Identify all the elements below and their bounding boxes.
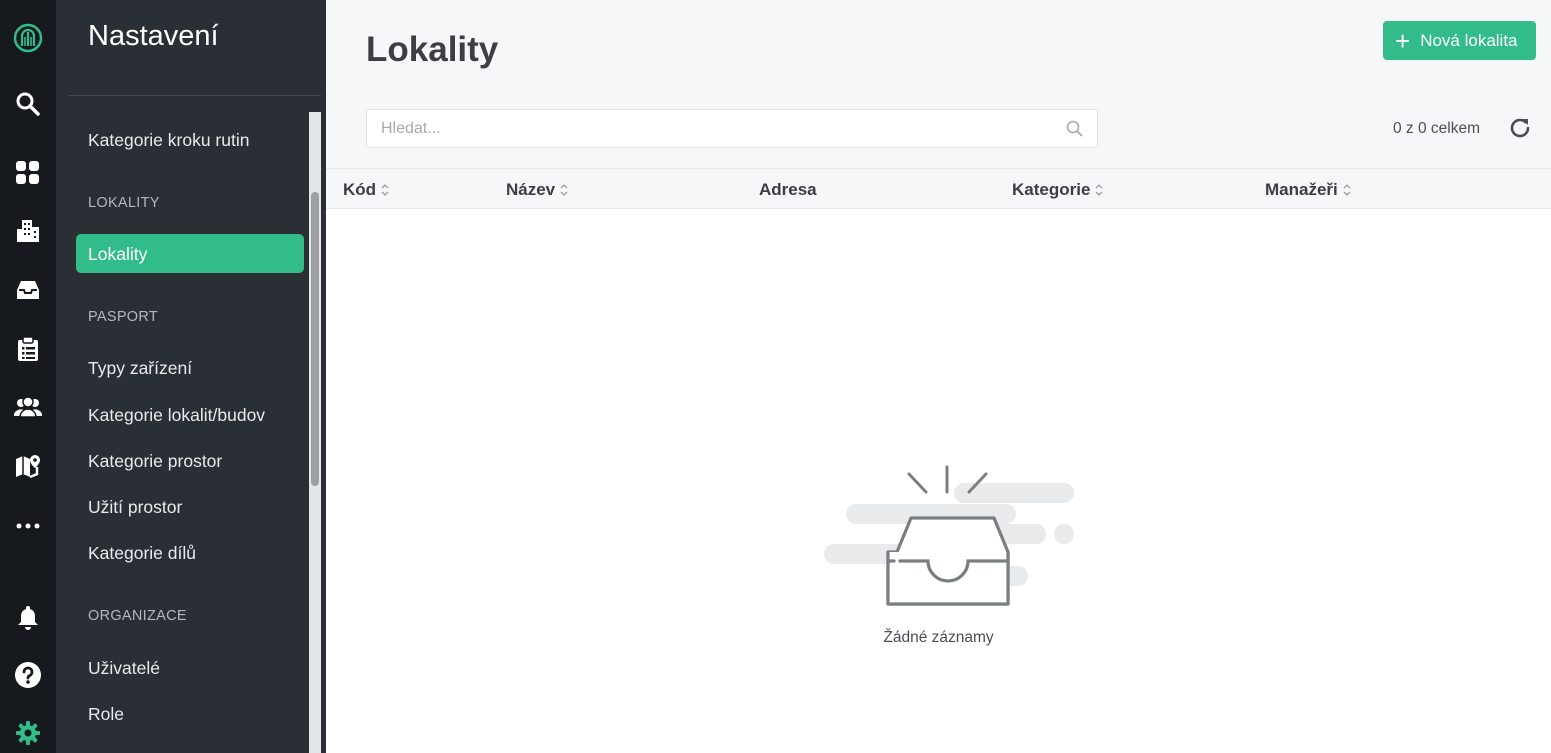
plus-icon: + [1395, 25, 1411, 56]
logo-icon[interactable] [8, 18, 48, 58]
refresh-icon[interactable] [1508, 116, 1534, 142]
clipboard-icon[interactable] [8, 329, 48, 369]
sidebar-item-uziti-prostor[interactable]: Užití prostor [88, 497, 182, 518]
bell-icon[interactable] [8, 597, 48, 637]
map-icon[interactable] [8, 446, 48, 486]
search-input[interactable] [367, 110, 1057, 147]
new-location-label: Nová lokalita [1420, 30, 1518, 50]
column-header-nazev[interactable]: Název [506, 180, 568, 200]
new-location-button[interactable]: + Nová lokalita [1383, 21, 1536, 60]
settings-icon[interactable] [8, 713, 48, 753]
sidebar-item-label: Lokality [88, 244, 148, 264]
sort-icon [381, 184, 389, 196]
sidebar-item-role[interactable]: Role [88, 704, 124, 725]
sidebar-scrollbar[interactable] [309, 112, 321, 753]
column-header-label: Adresa [759, 180, 817, 199]
table-header: Kód Název Adresa Kategorie Manažeři [326, 168, 1551, 209]
sidebar-item-typy-zarizeni[interactable]: Typy zařízení [88, 358, 192, 379]
sidebar-item-kategorie-prostor[interactable]: Kategorie prostor [88, 451, 222, 472]
search-icon[interactable] [8, 84, 48, 124]
sort-icon [1095, 184, 1103, 196]
column-header-label: Název [506, 180, 556, 199]
column-header-manazeri[interactable]: Manažeři [1265, 180, 1351, 200]
sidebar-item-uzivatele[interactable]: Uživatelé [88, 658, 160, 679]
table-body: Žádné záznamy [326, 209, 1551, 753]
sidebar-item-kategorie-kroku-rutin[interactable]: Kategorie kroku rutin [88, 130, 249, 151]
sidebar-section-pasport: PASPORT [88, 309, 159, 325]
column-header-label: Kategorie [1012, 180, 1091, 199]
page-title: Lokality [366, 30, 499, 69]
sidebar-item-kategorie-lokalit-budov[interactable]: Kategorie lokalit/budov [88, 405, 265, 426]
inbox-icon[interactable] [8, 270, 48, 310]
buildings-icon[interactable] [8, 211, 48, 251]
column-header-kategorie[interactable]: Kategorie [1012, 180, 1103, 200]
search-icon[interactable] [1066, 120, 1083, 142]
users-icon[interactable] [8, 387, 48, 427]
help-icon[interactable] [8, 655, 48, 695]
column-header-label: Kód [343, 180, 377, 199]
record-count: 0 z 0 celkem [1393, 120, 1481, 137]
column-header-label: Manažeři [1265, 180, 1338, 199]
scrollbar-thumb[interactable] [311, 192, 319, 486]
sidebar-title: Nastavení [88, 20, 219, 52]
sort-icon [560, 184, 568, 196]
column-header-kod[interactable]: Kód [343, 180, 389, 200]
empty-state-text: Žádné záznamy [883, 629, 994, 646]
sidebar-item-lokality[interactable]: Lokality [76, 234, 304, 273]
sort-icon [1343, 184, 1351, 196]
dashboard-icon[interactable] [8, 153, 48, 193]
main-content: Lokality + Nová lokalita 0 z 0 celkem Kó… [326, 0, 1551, 753]
icon-rail [0, 0, 56, 753]
search-box [366, 109, 1098, 148]
sidebar-divider [68, 95, 321, 96]
empty-inbox-icon [824, 465, 1074, 606]
sidebar-section-lokality: LOKALITY [88, 195, 160, 211]
more-icon[interactable] [8, 506, 48, 546]
settings-sidebar: Nastavení Kategorie kroku rutin LOKALITY… [56, 0, 326, 753]
sidebar-item-kategorie-dilu[interactable]: Kategorie dílů [88, 543, 196, 564]
column-header-adresa: Adresa [759, 180, 817, 200]
sidebar-section-organizace: ORGANIZACE [88, 608, 187, 624]
